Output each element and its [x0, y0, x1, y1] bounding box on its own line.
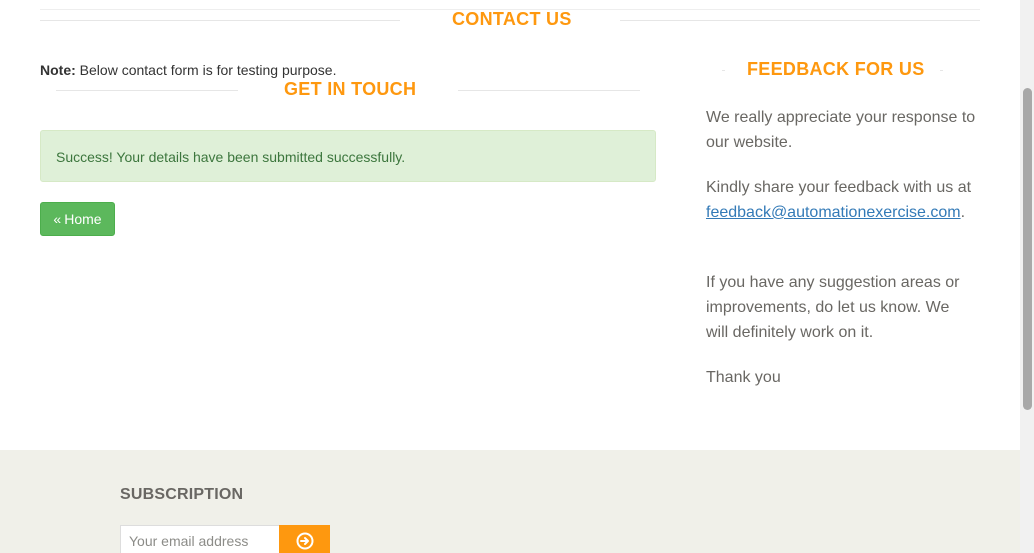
page: CONTACT US Note: Below contact form is f…: [0, 0, 1034, 553]
feedback-paragraph-appreciation: We really appreciate your response to ou…: [706, 109, 976, 151]
feedback-email-link[interactable]: feedback@automationexercise.com: [706, 204, 961, 221]
feedback-paragraph-thanks: Thank you: [706, 369, 781, 386]
success-alert-text: Success! Your details have been submitte…: [56, 149, 406, 165]
feedback-paragraph-suggestions: If you have any suggestion areas or impr…: [706, 274, 960, 341]
note-label: Note:: [40, 62, 76, 78]
feedback-for-us-title: FEEDBACK FOR US: [747, 59, 925, 79]
feedback-paragraph-share: Kindly share your feedback with us at fe…: [706, 175, 976, 225]
feedback-title-rule-right: [940, 70, 943, 71]
contact-us-title: CONTACT US: [452, 9, 572, 29]
success-alert: Success! Your details have been submitte…: [40, 130, 656, 182]
home-button[interactable]: « Home: [40, 202, 115, 236]
subscription-email-input[interactable]: [120, 525, 280, 553]
touch-title-rule-right: [458, 90, 640, 91]
page-scrollbar-thumb[interactable]: [1023, 88, 1032, 410]
testing-note: Note: Below contact form is for testing …: [40, 62, 336, 78]
feedback-title-rule-left: [722, 70, 725, 71]
contact-title-rule-left: [40, 20, 400, 21]
feedback-share-period: .: [960, 204, 966, 221]
note-text: Below contact form is for testing purpos…: [75, 62, 337, 78]
contact-title-rule-right: [620, 20, 980, 21]
touch-title-rule-left: [56, 90, 238, 91]
double-chevron-left-icon: «: [53, 211, 62, 227]
home-button-label: Home: [64, 211, 102, 227]
get-in-touch-title: GET IN TOUCH: [284, 79, 417, 99]
feedback-share-text: Kindly share your feedback with us at: [706, 179, 972, 196]
arrow-circle-right-icon: [296, 532, 313, 550]
subscription-title: SUBSCRIPTION: [120, 486, 244, 503]
subscribe-button[interactable]: [279, 525, 330, 553]
